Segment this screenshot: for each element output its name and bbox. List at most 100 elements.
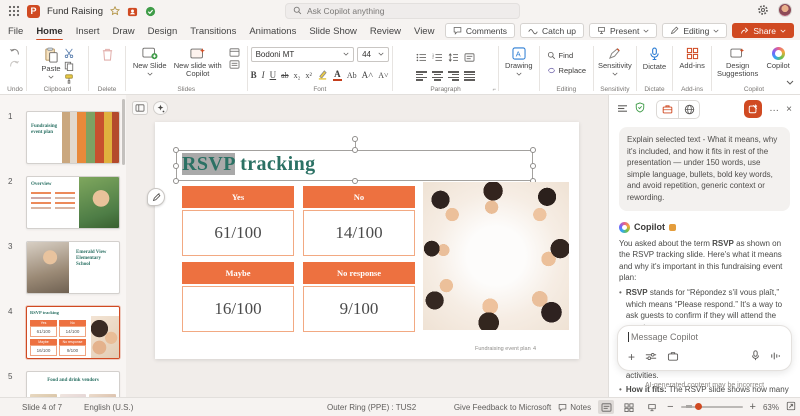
- thumbnail-slide-4-selected[interactable]: 4 RSVP tracking Yes61/100 No14/100 Maybe…: [8, 306, 120, 359]
- voice-output-icon[interactable]: [770, 348, 781, 366]
- layout-icon[interactable]: [229, 48, 240, 57]
- underline-button[interactable]: U: [270, 70, 277, 80]
- undo-icon[interactable]: [9, 48, 20, 57]
- copilot-search-bar[interactable]: Ask Copilot anything: [285, 3, 520, 19]
- share-button[interactable]: Share: [732, 23, 794, 38]
- resize-handle[interactable]: [173, 147, 179, 153]
- thumbnail-scrollbar[interactable]: [122, 99, 125, 165]
- strikethrough-button[interactable]: ab: [281, 71, 289, 80]
- cut-icon[interactable]: [64, 48, 74, 58]
- redo-icon[interactable]: [9, 60, 20, 69]
- reset-slide-icon[interactable]: [229, 60, 240, 69]
- replace-button[interactable]: Replace: [547, 66, 587, 75]
- table-col-no-response[interactable]: No response 9/100: [303, 262, 415, 332]
- resize-handle[interactable]: [173, 163, 179, 169]
- table-header[interactable]: No response: [303, 262, 415, 284]
- resize-handle[interactable]: [352, 178, 358, 184]
- new-slide-with-copilot-button[interactable]: New slide with Copilot: [170, 45, 226, 79]
- resize-handle[interactable]: [173, 178, 179, 184]
- tab-file[interactable]: File: [8, 26, 23, 37]
- addins-button[interactable]: Add-ins: [679, 45, 704, 70]
- quick-edit-pencil-button[interactable]: [147, 188, 165, 206]
- superscript-button[interactable]: x²: [305, 71, 311, 80]
- slide-sorter-view-button[interactable]: [621, 400, 637, 414]
- copilot-button[interactable]: Copilot: [763, 45, 793, 70]
- designer-sparkle-icon[interactable]: [153, 101, 168, 115]
- present-button[interactable]: Present: [589, 23, 657, 38]
- tab-home[interactable]: Home: [36, 26, 62, 37]
- collapse-ribbon-icon[interactable]: [786, 72, 794, 90]
- sensitivity-button[interactable]: Sensitivity: [598, 45, 632, 76]
- table-col-no[interactable]: No 14/100: [303, 186, 415, 256]
- tab-review[interactable]: Review: [370, 26, 401, 37]
- new-slide-button[interactable]: New Slide: [133, 45, 167, 76]
- copy-icon[interactable]: [64, 61, 74, 71]
- comments-button[interactable]: Comments: [445, 23, 515, 38]
- italic-button[interactable]: I: [262, 70, 265, 80]
- line-spacing-button[interactable]: [448, 49, 459, 67]
- subscript-button[interactable]: x₂: [294, 71, 301, 80]
- settings-gear-icon[interactable]: [757, 4, 769, 16]
- table-col-yes[interactable]: Yes 61/100: [182, 186, 294, 256]
- text-direction-button[interactable]: [464, 49, 475, 67]
- grow-font-button[interactable]: A˄: [362, 70, 374, 80]
- hamburger-menu-icon[interactable]: [617, 100, 628, 118]
- user-avatar[interactable]: [778, 3, 792, 17]
- table-header[interactable]: No: [303, 186, 415, 208]
- language-selector[interactable]: English (U.S.): [84, 403, 133, 412]
- thumbnail-slide-3[interactable]: 3 Emerald View Elementary School: [8, 241, 120, 294]
- font-color-button[interactable]: A: [333, 70, 342, 81]
- align-right-button[interactable]: [448, 71, 459, 80]
- table-value[interactable]: 16/100: [182, 286, 294, 332]
- slide-title-textbox[interactable]: RSVP tracking: [182, 154, 316, 174]
- format-painter-icon[interactable]: [64, 74, 74, 84]
- new-chat-compose-button[interactable]: [744, 100, 762, 118]
- close-panel-icon[interactable]: ×: [786, 104, 792, 115]
- table-header[interactable]: Yes: [182, 186, 294, 208]
- shrink-font-button[interactable]: A˅: [378, 71, 388, 80]
- tab-insert[interactable]: Insert: [76, 26, 100, 37]
- thumbnail-slide-1[interactable]: 1 Fundraising event plan: [8, 111, 120, 164]
- normal-view-button[interactable]: [598, 400, 614, 414]
- paste-button[interactable]: Paste: [41, 45, 60, 79]
- thumbnail-slide-2[interactable]: 2 Overview: [8, 176, 120, 229]
- notes-button[interactable]: Notes: [558, 403, 591, 412]
- table-header[interactable]: Maybe: [182, 262, 294, 284]
- tab-animations[interactable]: Animations: [249, 26, 296, 37]
- agent-briefcase-icon[interactable]: [667, 348, 679, 366]
- tab-slide-show[interactable]: Slide Show: [309, 26, 357, 37]
- web-globe-icon[interactable]: [678, 101, 699, 118]
- zoom-slider[interactable]: [681, 406, 743, 408]
- favorite-star-icon[interactable]: [110, 6, 120, 16]
- align-left-button[interactable]: [416, 71, 427, 80]
- app-launcher-icon[interactable]: [8, 5, 20, 17]
- slide-photo-children[interactable]: [423, 182, 569, 330]
- catch-up-button[interactable]: Catch up: [520, 23, 584, 38]
- dictate-button[interactable]: Dictate: [643, 45, 666, 71]
- hide-thumbnails-icon[interactable]: [132, 101, 148, 115]
- zoom-slider-thumb[interactable]: [695, 403, 702, 410]
- paragraph-dialog-launcher[interactable]: ⌐: [492, 87, 496, 93]
- slideshow-view-button[interactable]: [644, 400, 660, 414]
- font-name-select[interactable]: Bodoni MT: [251, 47, 354, 62]
- table-value[interactable]: 14/100: [303, 210, 415, 256]
- delete-button[interactable]: [101, 45, 114, 62]
- slide-canvas[interactable]: RSVP tracking Yes 61/100 No 14/100 Maybe…: [155, 122, 579, 359]
- numbering-button[interactable]: 12: [432, 49, 443, 67]
- resize-handle[interactable]: [530, 163, 536, 169]
- align-center-button[interactable]: [432, 71, 443, 80]
- thumbnail-slide-5[interactable]: 5 Food and drink vendors: [8, 371, 120, 397]
- slide-counter[interactable]: Slide 4 of 7: [22, 403, 62, 412]
- tab-design[interactable]: Design: [148, 26, 178, 37]
- tab-transitions[interactable]: Transitions: [190, 26, 236, 37]
- document-title[interactable]: Fund Raising: [47, 6, 103, 17]
- work-briefcase-icon[interactable]: [657, 101, 678, 118]
- feedback-link[interactable]: Give Feedback to Microsoft: [454, 403, 551, 412]
- tune-options-icon[interactable]: [645, 348, 657, 366]
- drawing-button[interactable]: A Drawing: [505, 45, 533, 76]
- copilot-message-input[interactable]: Message Copilot: [628, 332, 781, 342]
- table-value[interactable]: 61/100: [182, 210, 294, 256]
- find-button[interactable]: Find: [547, 51, 574, 60]
- voice-mic-icon[interactable]: [751, 348, 760, 366]
- justify-button[interactable]: [464, 71, 475, 80]
